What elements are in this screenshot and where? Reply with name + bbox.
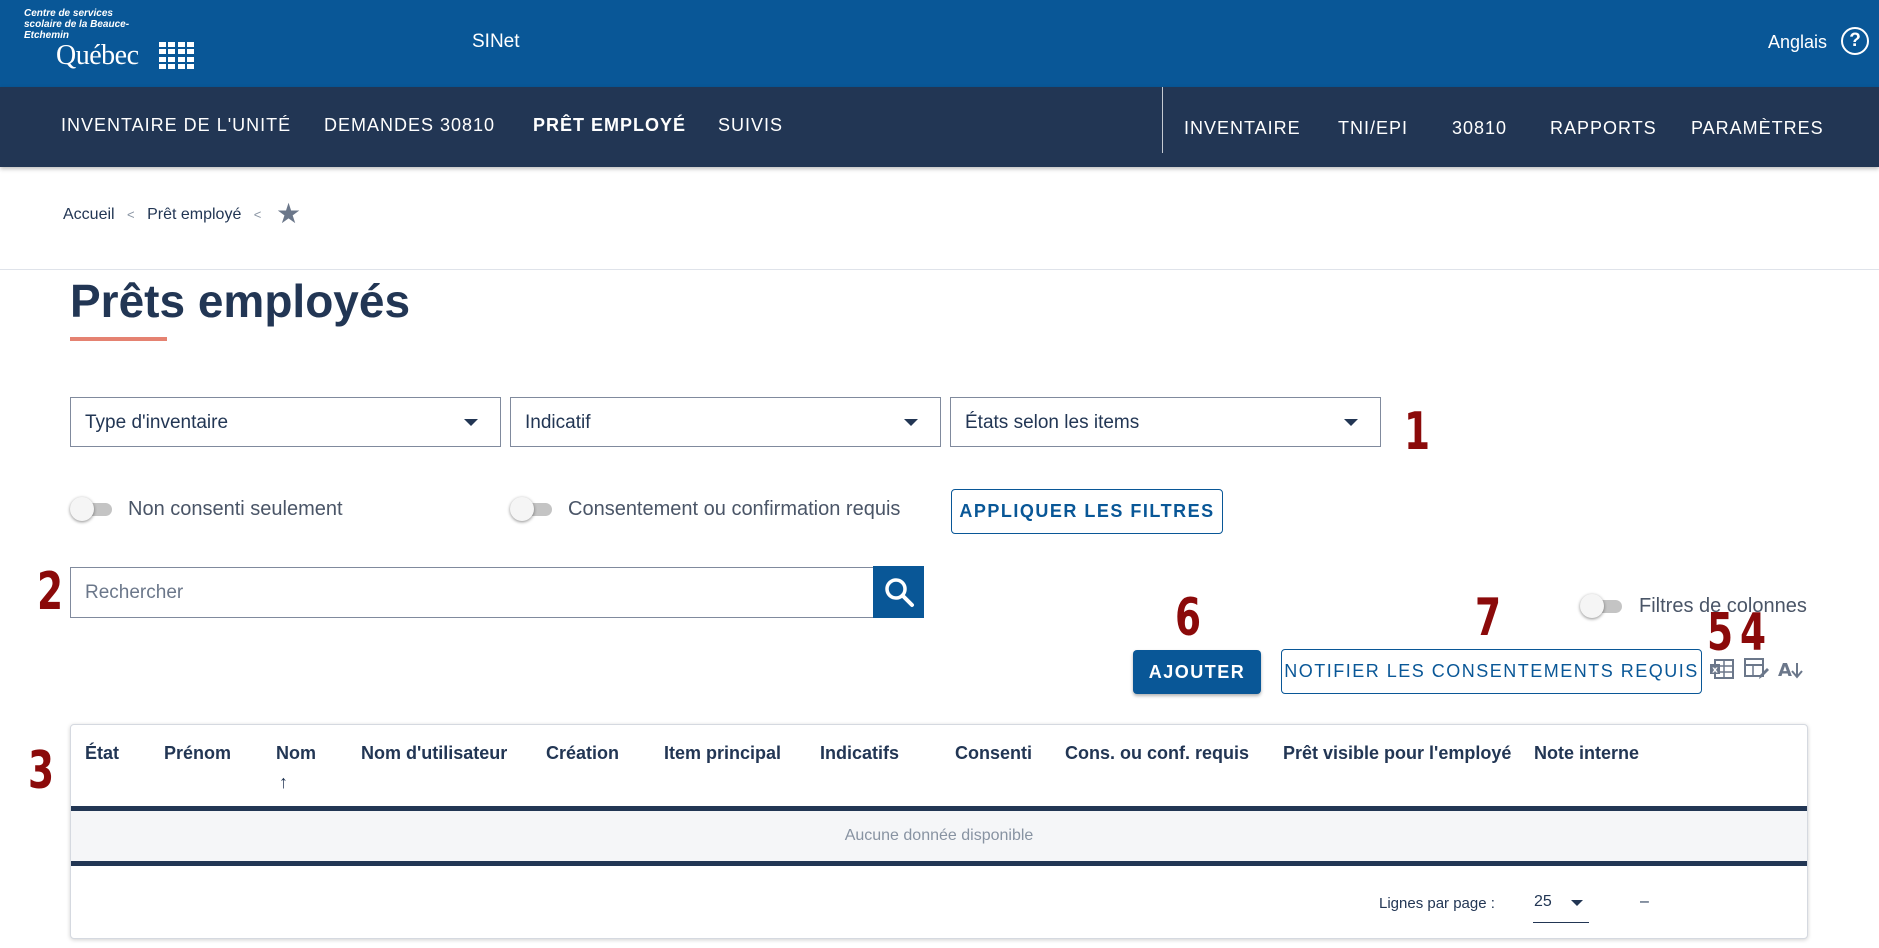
annotation-2: 2 <box>37 562 64 622</box>
title-underline <box>70 337 167 341</box>
sort-ascending-icon[interactable]: ↑ <box>279 772 288 793</box>
breadcrumb: Accueil < Prêt employé < <box>63 206 269 224</box>
indicatif-select[interactable]: Indicatif <box>510 397 941 447</box>
top-header: Centre de services scolaire de la Beauce… <box>0 0 1879 87</box>
notify-consents-button[interactable]: NOTIFIER LES CONSENTEMENTS REQUIS <box>1281 649 1702 694</box>
consentement-requis-label: Consentement ou confirmation requis <box>568 498 901 520</box>
svg-text:A: A <box>1778 660 1792 681</box>
export-excel-icon[interactable]: x <box>1708 655 1736 683</box>
rows-per-page-label: Lignes par page : <box>1379 895 1495 912</box>
nav-inventaire[interactable]: INVENTAIRE <box>1184 118 1301 139</box>
column-header-cons-conf-requis[interactable]: Cons. ou conf. requis <box>1065 743 1249 764</box>
etats-items-select[interactable]: États selon les items <box>950 397 1381 447</box>
annotation-3: 3 <box>28 741 55 801</box>
nav-pret-employe[interactable]: PRÊT EMPLOYÉ <box>533 115 686 136</box>
non-consenti-toggle[interactable] <box>70 496 116 522</box>
annotation-1: 1 <box>1404 402 1431 462</box>
column-header-consenti[interactable]: Consenti <box>955 743 1032 764</box>
svg-text:x: x <box>1712 666 1718 676</box>
add-button[interactable]: AJOUTER <box>1133 650 1261 694</box>
nav-demandes-30810[interactable]: DEMANDES 30810 <box>324 115 495 136</box>
non-consenti-label: Non consenti seulement <box>128 498 343 520</box>
select-label: Indicatif <box>525 412 591 433</box>
nav-inventaire-unite[interactable]: INVENTAIRE DE L'UNITÉ <box>61 115 291 136</box>
page-title: Prêts employés <box>70 275 411 327</box>
select-label: États selon les items <box>965 412 1140 433</box>
pagination-range: – <box>1640 893 1649 910</box>
divider <box>0 269 1879 270</box>
edit-columns-icon[interactable] <box>1742 655 1770 683</box>
column-header-indicatifs[interactable]: Indicatifs <box>820 743 899 764</box>
search-placeholder: Rechercher <box>85 582 184 603</box>
chevron-down-icon <box>904 419 918 426</box>
column-header-nom[interactable]: Nom <box>276 743 316 764</box>
breadcrumb-pret-employe[interactable]: Prêt employé <box>147 206 241 223</box>
logo-wordmark: Québec <box>56 40 139 71</box>
org-name: Centre de services scolaire de la Beauce… <box>24 8 130 41</box>
select-label: Type d'inventaire <box>85 412 229 433</box>
annotation-7: 7 <box>1475 588 1502 648</box>
apply-filters-button[interactable]: APPLIQUER LES FILTRES <box>951 489 1223 534</box>
annotation-6: 6 <box>1175 588 1202 648</box>
breadcrumb-accueil[interactable]: Accueil <box>63 206 115 223</box>
column-header-creation[interactable]: Création <box>546 743 619 764</box>
nav-divider <box>1162 87 1163 153</box>
annotation-4: 4 <box>1740 603 1767 663</box>
main-nav: INVENTAIRE DE L'UNITÉ DEMANDES 30810 PRÊ… <box>0 87 1879 167</box>
column-header-pret-visible[interactable]: Prêt visible pour l'employé <box>1283 743 1511 764</box>
column-header-etat[interactable]: État <box>85 743 119 764</box>
column-header-item-principal[interactable]: Item principal <box>664 743 781 764</box>
fleur-de-lis-flag-icon <box>159 42 194 69</box>
table-footer-divider <box>71 861 1807 866</box>
column-header-nom-utilisateur[interactable]: Nom d'utilisateur <box>361 743 507 764</box>
help-icon[interactable]: ? <box>1841 27 1869 55</box>
loans-table: État Prénom Nom ↑ Nom d'utilisateur Créa… <box>70 724 1808 939</box>
type-inventaire-select[interactable]: Type d'inventaire <box>70 397 501 447</box>
sort-alpha-icon[interactable]: A <box>1776 655 1804 683</box>
rows-per-page-underline <box>1533 922 1589 923</box>
favorite-star-icon[interactable]: ★ <box>276 200 301 228</box>
nav-tni-epi[interactable]: TNI/EPI <box>1338 118 1408 139</box>
nav-parametres[interactable]: PARAMÈTRES <box>1691 118 1824 139</box>
empty-message: Aucune donnée disponible <box>844 827 1034 844</box>
breadcrumb-separator: < <box>127 207 135 222</box>
app-title[interactable]: SINet <box>472 31 520 53</box>
search-input[interactable]: Rechercher <box>70 567 874 618</box>
nav-30810[interactable]: 30810 <box>1452 118 1507 139</box>
chevron-down-icon[interactable] <box>1571 900 1583 906</box>
consentement-requis-toggle[interactable] <box>510 496 556 522</box>
breadcrumb-separator: < <box>253 207 262 222</box>
table-empty-row: Aucune donnée disponible <box>71 811 1807 862</box>
chevron-down-icon <box>464 419 478 426</box>
column-header-prenom[interactable]: Prénom <box>164 743 231 764</box>
quebec-logo[interactable]: Centre de services scolaire de la Beauce… <box>22 8 202 74</box>
rows-per-page-select[interactable]: 25 <box>1534 893 1552 911</box>
column-filters-toggle[interactable] <box>1580 593 1626 619</box>
search-button[interactable] <box>873 566 924 618</box>
nav-suivis[interactable]: SUIVIS <box>718 115 783 136</box>
column-header-note-interne[interactable]: Note interne <box>1534 743 1639 764</box>
annotation-5: 5 <box>1707 603 1734 663</box>
language-switch[interactable]: Anglais <box>1768 32 1827 53</box>
search-icon <box>885 578 914 607</box>
chevron-down-icon <box>1344 419 1358 426</box>
nav-rapports[interactable]: RAPPORTS <box>1550 118 1657 139</box>
